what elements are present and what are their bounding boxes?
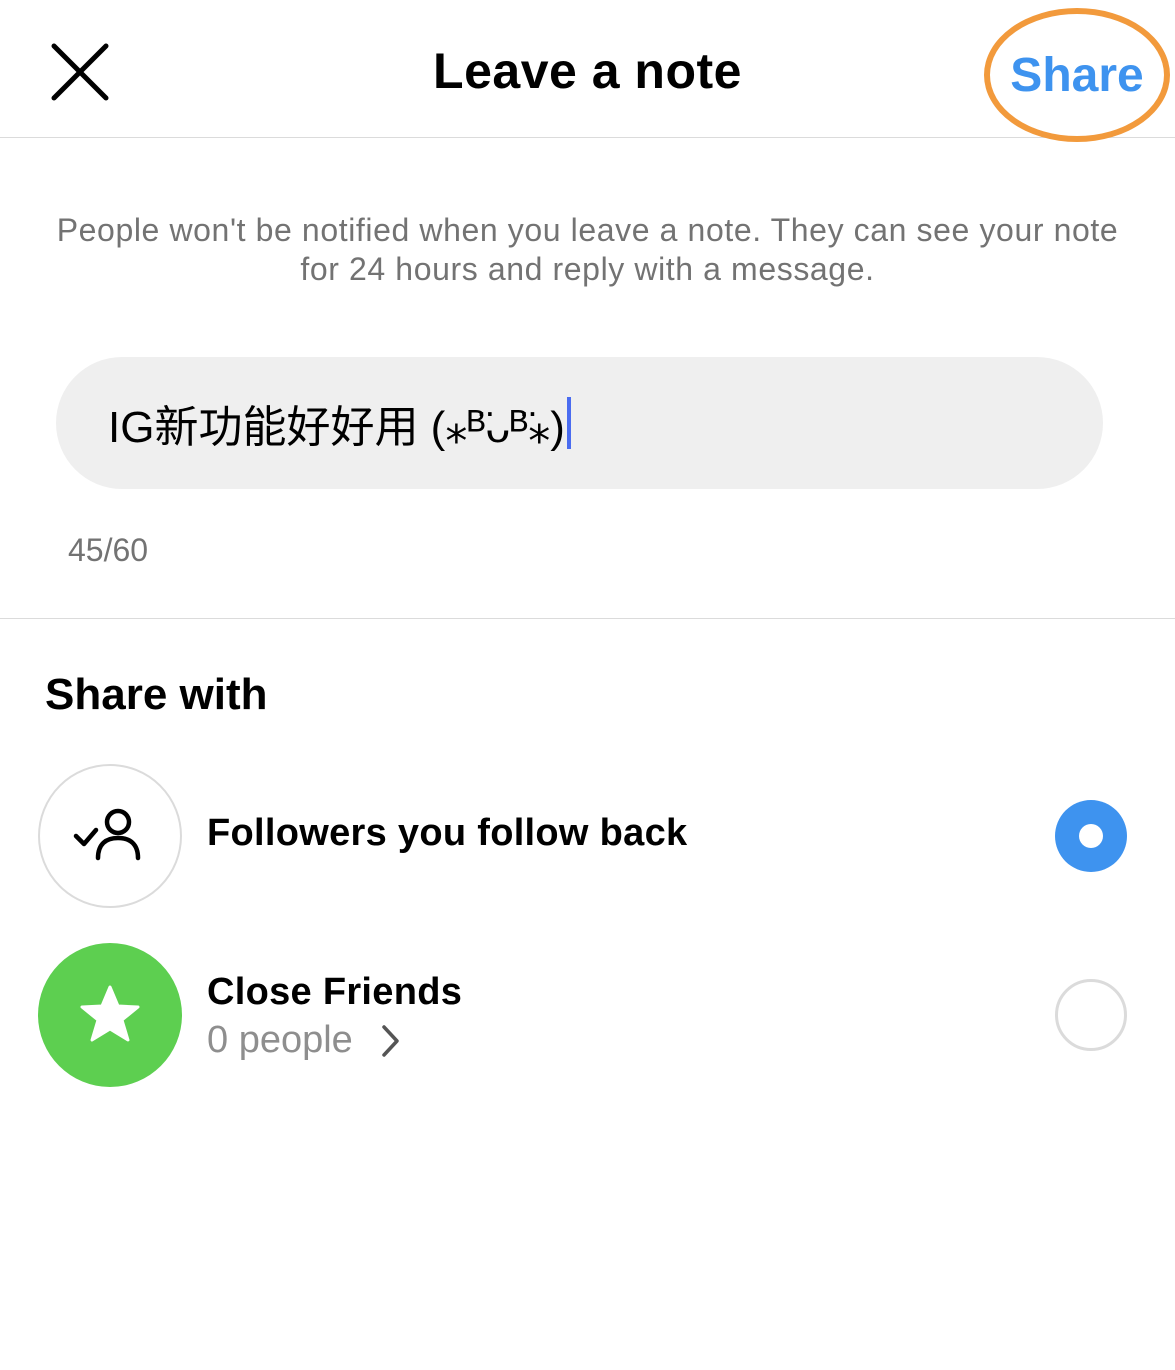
radio-selected[interactable] bbox=[1055, 800, 1127, 872]
option-followers-follow-back[interactable]: Followers you follow back bbox=[0, 764, 1175, 908]
option-close-friends[interactable]: Close Friends 0 people bbox=[0, 943, 1175, 1087]
close-friends-count[interactable]: 0 people bbox=[207, 1019, 405, 1062]
option-label: Close Friends bbox=[207, 971, 463, 1013]
share-button[interactable]: Share bbox=[984, 8, 1170, 142]
section-divider bbox=[0, 618, 1175, 619]
close-friends-avatar bbox=[38, 943, 182, 1087]
share-button-label: Share bbox=[1010, 48, 1144, 102]
star-icon bbox=[80, 985, 140, 1042]
text-caret bbox=[566, 397, 571, 449]
followers-follow-back-icon bbox=[73, 808, 141, 861]
chevron-right-icon bbox=[382, 1024, 399, 1057]
followers-avatar bbox=[38, 764, 182, 908]
close-friends-count-label: 0 people bbox=[207, 1019, 353, 1061]
radio-unselected[interactable] bbox=[1055, 979, 1127, 1051]
note-input-value: IG新功能好好用 (⁎ᴮ̈ᴗᴮ̈⁎) bbox=[108, 403, 565, 452]
header-bar: Leave a note Share bbox=[0, 0, 1175, 142]
info-text: People won't be notified when you leave … bbox=[56, 212, 1119, 287]
note-input[interactable]: IG新功能好好用 (⁎ᴮ̈ᴗᴮ̈⁎) bbox=[56, 357, 1103, 489]
radio-dot bbox=[1079, 824, 1103, 848]
character-counter: 45/60 bbox=[68, 532, 149, 568]
option-label: Followers you follow back bbox=[207, 812, 688, 854]
share-with-title: Share with bbox=[45, 670, 268, 719]
